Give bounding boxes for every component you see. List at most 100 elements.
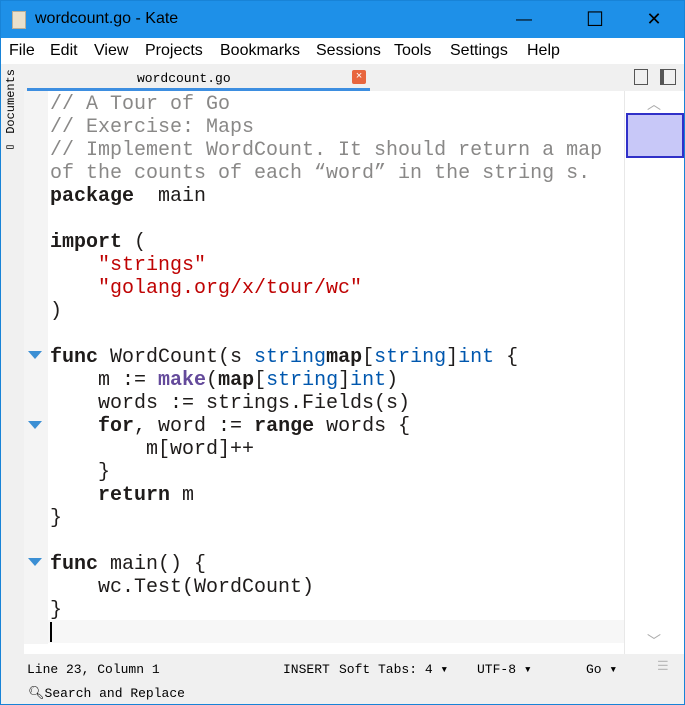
code-line: of the counts of each “word” in the stri… bbox=[50, 162, 590, 185]
minimize-button[interactable]: — bbox=[501, 1, 547, 38]
code-line: // Exercise: Maps bbox=[50, 116, 254, 139]
code-token: make bbox=[158, 369, 207, 392]
code-line: package main bbox=[50, 185, 206, 208]
code-token: WordCount(s bbox=[98, 346, 255, 369]
menu-view[interactable]: View bbox=[94, 42, 128, 60]
code-token: ] bbox=[446, 346, 459, 369]
code-token: ] bbox=[338, 369, 351, 392]
fold-triangle-icon[interactable] bbox=[28, 351, 42, 359]
code-token: int bbox=[458, 346, 495, 369]
code-token: import bbox=[50, 231, 123, 254]
code-token: [ bbox=[362, 346, 375, 369]
code-line: func WordCount(s stringmap[string]int { bbox=[50, 346, 518, 369]
code-token: "golang.org/x/tour/wc" bbox=[98, 277, 363, 300]
code-editor[interactable]: // A Tour of Go// Exercise: Maps// Imple… bbox=[24, 91, 624, 654]
code-token: wc.Test(WordCount) bbox=[50, 576, 315, 599]
indentation-dropdown[interactable]: Soft Tabs: 4 ▾ bbox=[339, 662, 448, 677]
code-token: package bbox=[50, 185, 135, 208]
status-bar: Line 23, Column 1 INSERT Soft Tabs: 4 ▾ … bbox=[24, 654, 684, 704]
code-token: int bbox=[350, 369, 387, 392]
code-token: m bbox=[170, 484, 195, 507]
menu-help[interactable]: Help bbox=[527, 42, 560, 60]
sidebar-tab-documents[interactable]: ▭ Documents bbox=[4, 69, 18, 159]
code-token: [ bbox=[254, 369, 267, 392]
code-token: , word := bbox=[134, 415, 255, 438]
code-token: // A Tour of Go bbox=[50, 93, 231, 116]
code-line: return m bbox=[50, 484, 194, 507]
indentation-label: Soft Tabs: 4 bbox=[339, 662, 433, 677]
encoding-dropdown[interactable]: UTF-8 ▾ bbox=[477, 662, 532, 677]
fold-triangle-icon[interactable] bbox=[28, 558, 42, 566]
menu-bookmarks[interactable]: Bookmarks bbox=[220, 42, 300, 60]
search-label: Search and Replace bbox=[44, 686, 185, 701]
folder-icon: ▭ bbox=[4, 133, 18, 156]
code-token: func bbox=[50, 553, 99, 576]
search-replace-button[interactable]: 🔍︎Search and Replace bbox=[28, 686, 185, 701]
new-document-icon[interactable] bbox=[634, 69, 648, 85]
close-button[interactable]: ✕ bbox=[631, 1, 677, 38]
tab-label: wordcount.go bbox=[137, 71, 231, 86]
search-icon: 🔍︎ bbox=[28, 686, 45, 701]
minimap-viewport[interactable] bbox=[626, 113, 684, 158]
code-token: ) bbox=[50, 300, 63, 323]
code-token: ( bbox=[122, 231, 147, 254]
input-mode[interactable]: INSERT bbox=[283, 662, 330, 677]
cursor-position[interactable]: Line 23, Column 1 bbox=[27, 662, 160, 677]
scroll-up-icon[interactable]: ︿ bbox=[647, 94, 661, 114]
tab-close-icon[interactable]: × bbox=[352, 70, 366, 84]
minimap-scrollbar[interactable]: ︿ ﹀ bbox=[624, 91, 684, 654]
language-dropdown[interactable]: Go ▾ bbox=[586, 662, 617, 677]
scroll-down-icon[interactable]: ﹀ bbox=[647, 631, 661, 651]
code-token: ) bbox=[386, 369, 399, 392]
split-view-icon[interactable] bbox=[660, 69, 676, 85]
menu-sessions[interactable]: Sessions bbox=[316, 42, 381, 60]
code-line: func main() { bbox=[50, 553, 206, 576]
language-label: Go bbox=[586, 662, 602, 677]
kate-window: wordcount.go - Kate — ☐ ✕ File Edit View… bbox=[1, 1, 684, 704]
menu-edit[interactable]: Edit bbox=[50, 42, 78, 60]
code-token: { bbox=[494, 346, 519, 369]
menu-tools[interactable]: Tools bbox=[394, 42, 431, 60]
menu-file[interactable]: File bbox=[9, 42, 35, 60]
code-line: ) bbox=[50, 300, 62, 323]
code-line: m[word]++ bbox=[50, 438, 254, 461]
fold-triangle-icon[interactable] bbox=[28, 421, 42, 429]
code-token: ( bbox=[206, 369, 219, 392]
document-icon bbox=[12, 11, 26, 29]
code-token: words { bbox=[314, 415, 411, 438]
code-token: m := bbox=[50, 369, 159, 392]
documents-label: Documents bbox=[4, 69, 18, 134]
code-line: words := strings.Fields(s) bbox=[50, 392, 410, 415]
code-line: } bbox=[50, 507, 62, 530]
code-token: string bbox=[254, 346, 327, 369]
code-token: main bbox=[134, 185, 207, 208]
current-line-highlight bbox=[48, 620, 624, 643]
code-line: } bbox=[50, 461, 110, 484]
code-token: } bbox=[50, 599, 63, 622]
code-token: "strings" bbox=[98, 254, 207, 277]
code-token: } bbox=[50, 461, 111, 484]
code-token: range bbox=[254, 415, 315, 438]
menu-lines-icon[interactable]: ☰ bbox=[657, 659, 669, 674]
code-token: m[word]++ bbox=[50, 438, 255, 461]
side-panel: ▭ Documents bbox=[1, 64, 24, 654]
code-token: for bbox=[98, 415, 135, 438]
menu-settings[interactable]: Settings bbox=[450, 42, 508, 60]
maximize-button[interactable]: ☐ bbox=[572, 1, 618, 38]
code-token: map bbox=[326, 346, 363, 369]
menu-projects[interactable]: Projects bbox=[145, 42, 203, 60]
tab-wordcount[interactable]: wordcount.go × bbox=[27, 64, 370, 91]
code-line: // Implement WordCount. It should return… bbox=[50, 139, 602, 162]
code-line: wc.Test(WordCount) bbox=[50, 576, 314, 599]
code-line: "strings" bbox=[50, 254, 206, 277]
code-token: // Exercise: Maps bbox=[50, 116, 255, 139]
code-line: // A Tour of Go bbox=[50, 93, 230, 116]
tab-bar: wordcount.go × bbox=[24, 64, 684, 91]
code-line: "golang.org/x/tour/wc" bbox=[50, 277, 362, 300]
code-line: m := make(map[string]int) bbox=[50, 369, 398, 392]
text-cursor bbox=[50, 622, 52, 642]
